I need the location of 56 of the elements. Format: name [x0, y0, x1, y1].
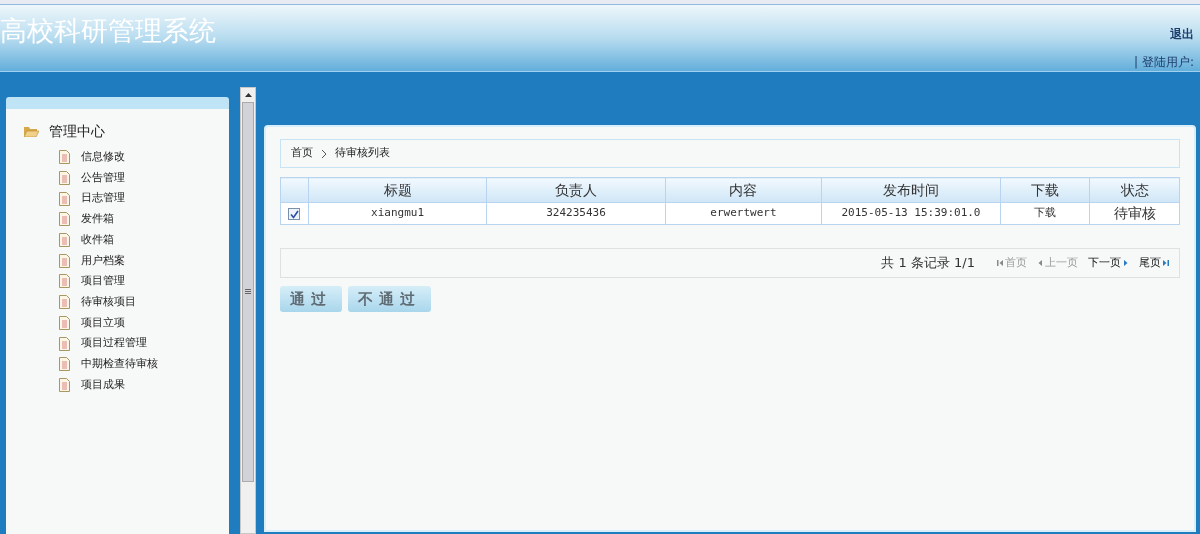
menu-item[interactable]: 日志管理 [81, 190, 125, 207]
pager-arrow-icon [997, 259, 1003, 267]
pager-arrow-icon [1123, 259, 1129, 267]
menu-item[interactable]: 项目立项 [81, 314, 125, 332]
column-header: 状态 [1089, 177, 1180, 203]
breadcrumb-current: 待审核列表 [335, 145, 390, 162]
scroll-thumb[interactable] [242, 102, 254, 482]
menu-item[interactable]: 项目过程管理 [81, 335, 147, 352]
download-link[interactable]: 下载 [1000, 202, 1090, 225]
column-header: 下载 [1000, 177, 1090, 203]
pager-arrow-icon [1163, 259, 1169, 267]
document-icon [59, 274, 70, 289]
document-icon [59, 150, 70, 165]
menu-item[interactable]: 信息修改 [81, 149, 125, 166]
pager-link[interactable]: 下一页 [1088, 254, 1129, 272]
table-cell: 待审核 [1089, 202, 1180, 225]
column-header: 发布时间 [821, 177, 1001, 203]
table-cell: xiangmu1 [308, 202, 487, 225]
menu-item[interactable]: 收件箱 [81, 231, 114, 249]
document-icon [59, 253, 70, 268]
document-icon [59, 357, 70, 372]
column-header: 内容 [665, 177, 822, 203]
table-cell: erwertwert [665, 202, 822, 225]
grip-icon [245, 289, 251, 295]
approve-button[interactable]: 通过 [280, 286, 342, 312]
login-user-label: | 登陆用户: [1134, 54, 1194, 71]
record-summary: 共 1 条记录 1/1 [881, 254, 975, 273]
menu-item[interactable]: 项目管理 [81, 273, 125, 290]
document-icon [59, 233, 70, 248]
document-icon [59, 191, 70, 206]
tree-root-label[interactable]: 管理中心 [49, 120, 105, 142]
reject-button[interactable]: 不通过 [348, 286, 431, 312]
scroll-up-icon[interactable] [244, 93, 252, 97]
pager-link[interactable]: 尾页 [1139, 254, 1169, 272]
document-icon [59, 295, 70, 310]
table-cell: 324235436 [486, 202, 666, 225]
logout-link[interactable]: 退出 [1170, 25, 1194, 43]
document-icon [59, 171, 70, 186]
menu-item[interactable]: 中期检查待审核 [81, 355, 158, 373]
menu-item[interactable]: 用户档案 [81, 252, 125, 270]
row-checkbox[interactable] [288, 208, 301, 221]
document-icon [59, 336, 70, 351]
app-title: 高校科研管理系统 [0, 14, 216, 48]
document-icon [59, 315, 70, 330]
pager-arrow-icon [1037, 259, 1043, 267]
document-icon [59, 377, 70, 392]
menu-item[interactable]: 公告管理 [81, 169, 125, 187]
breadcrumb-link[interactable]: 首页 [291, 145, 313, 162]
column-header: 标题 [308, 177, 487, 203]
chevron-right-icon [321, 148, 327, 159]
document-icon [59, 212, 70, 227]
table-cell: 2015-05-13 15:39:01.0 [821, 202, 1001, 225]
menu-item[interactable]: 发件箱 [81, 211, 114, 228]
menu-item[interactable]: 待审核项目 [81, 293, 136, 311]
column-header: 负责人 [486, 177, 666, 203]
menu-item[interactable]: 项目成果 [81, 376, 125, 394]
